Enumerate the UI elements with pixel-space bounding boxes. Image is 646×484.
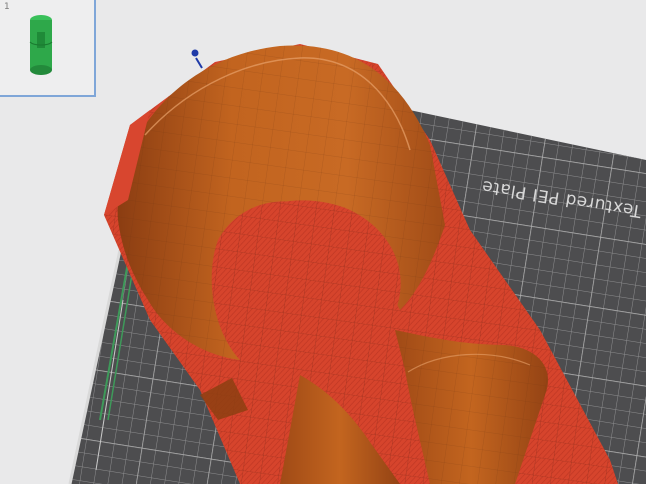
green-cylinder-model-icon xyxy=(29,15,53,75)
axis-handle-icon[interactable] xyxy=(191,49,203,69)
plate-thumbnail[interactable]: 1 xyxy=(0,0,96,97)
3d-viewport[interactable]: Textured PEI Plate xyxy=(0,0,646,484)
plate-index: 1 xyxy=(4,2,10,12)
